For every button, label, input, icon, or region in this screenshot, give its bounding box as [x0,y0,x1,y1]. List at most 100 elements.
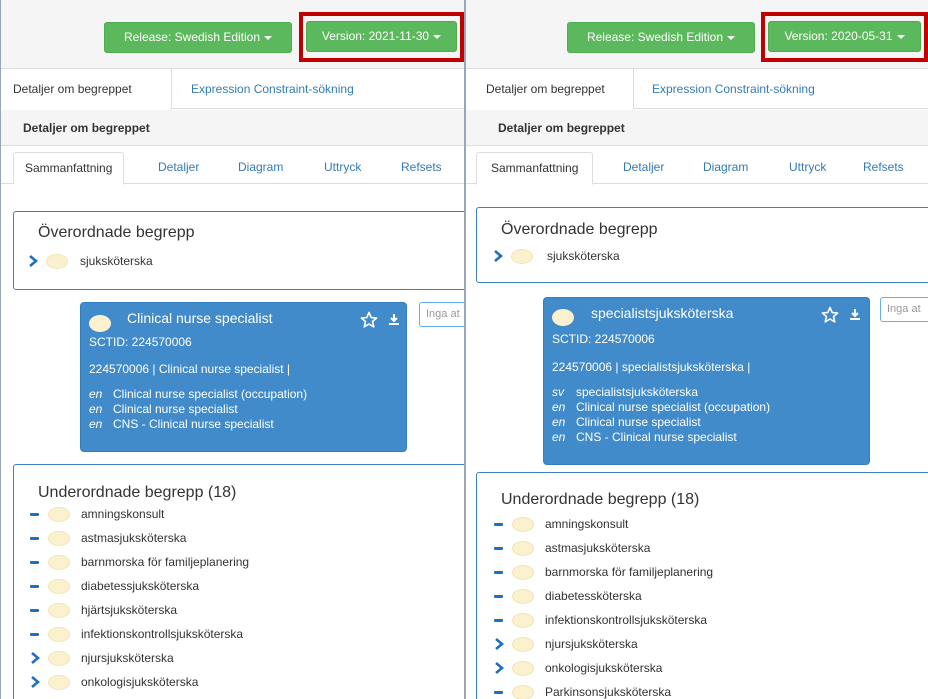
chevron-right-icon[interactable] [492,637,506,651]
concept-icon [511,249,533,264]
child-concept-row[interactable]: onkologisjuksköterska [28,673,388,693]
child-concept-row[interactable]: Parkinsonsjuksköterska [492,683,852,699]
child-concept-label: infektionskontrollsjuksköterska [545,613,708,627]
subtab-diagram[interactable]: Diagram [227,152,294,185]
star-icon[interactable] [821,306,839,327]
child-concept-row[interactable]: njursjuksköterska [28,649,388,669]
tab-expression-constraint[interactable]: Expression Constraint-sökning [642,69,825,110]
description-row: en CNS - Clinical nurse specialist [89,417,274,431]
minus-icon[interactable] [30,633,39,636]
top-toolbar: Release: Swedish Edition Version: 2021-1… [1,0,464,69]
child-concept-label: onkologisjuksköterska [545,661,663,675]
concept-icon [48,675,70,690]
star-icon[interactable] [360,311,378,332]
tab-expression-constraint[interactable]: Expression Constraint-sökning [181,69,364,110]
subtab-details[interactable]: Detaljer [147,152,210,185]
download-icon[interactable] [388,313,400,329]
version-label: Version: 2020-05-31 [784,29,893,43]
section-heading: Detaljer om begreppet [1,110,464,146]
description-row: en Clinical nurse specialist [552,415,701,429]
child-concept-label: Parkinsonsjuksköterska [545,685,672,699]
child-concept-label: barnmorska för familjeplanering [545,565,714,579]
minus-icon[interactable] [30,585,39,588]
concept-icon [512,685,534,699]
minus-icon[interactable] [494,571,503,574]
fsn-line: 224570006 | Clinical nurse specialist | [89,362,291,376]
minus-icon[interactable] [494,691,503,694]
concept-icon [48,531,70,546]
concept-icon [48,603,70,618]
download-icon[interactable] [849,308,861,324]
minus-icon[interactable] [494,619,503,622]
minus-icon[interactable] [30,513,39,516]
concept-icon [48,651,70,666]
chevron-right-icon[interactable] [492,661,506,675]
child-concept-row[interactable]: amningskonsult [28,505,388,525]
child-concept-row[interactable]: diabetessjuksköterska [28,577,388,597]
sub-tabs: Sammanfattning Detaljer Diagram Uttryck … [1,146,464,185]
subtab-expression[interactable]: Uttryck [313,152,372,185]
parent-label: sjuksköterska [80,254,153,268]
version-dropdown[interactable]: Version: 2020-05-31 [768,21,921,52]
subtab-summary[interactable]: Sammanfattning [476,152,594,185]
child-concept-row[interactable]: barnmorska för familjeplanering [492,563,852,583]
refset-input[interactable]: Inga at [880,297,928,322]
tab-concept-details[interactable]: Detaljer om begreppet [1,69,172,110]
child-concept-row[interactable]: astmasjuksköterska [28,529,388,549]
concept-title: specialistsjuksköterska [591,305,734,321]
refset-input[interactable]: Inga at [419,302,464,327]
top-toolbar: Release: Swedish Edition Version: 2020-0… [466,0,928,69]
description-list: en Clinical nurse specialist (occupation)… [89,387,307,432]
chevron-right-icon[interactable] [491,249,505,263]
child-concept-row[interactable]: barnmorska för familjeplanering [28,553,388,573]
child-concept-row[interactable]: amningskonsult [492,515,852,535]
concept-card: specialistsjuksköterska SCTID: 224570006… [543,297,870,465]
subtab-expression[interactable]: Uttryck [778,152,837,185]
children-box: Underordnade begrepp (18) amningskonsult… [13,464,464,699]
parents-title: Överordnade begrepp [501,221,658,238]
sctid-text: SCTID: 224570006 [552,332,655,346]
parent-row[interactable]: sjuksköterska [26,252,326,272]
release-dropdown[interactable]: Release: Swedish Edition [567,22,755,53]
child-concept-label: njursjuksköterska [545,637,638,651]
subtab-details[interactable]: Detaljer [612,152,675,185]
minus-icon[interactable] [494,595,503,598]
child-concept-row[interactable]: njursjuksköterska [492,635,852,655]
fsn-line: 224570006 | specialistsjuksköterska | [552,360,751,374]
minus-icon[interactable] [494,547,503,550]
child-concept-row[interactable]: infektionskontrollsjuksköterska [492,611,852,631]
release-dropdown[interactable]: Release: Swedish Edition [104,22,292,53]
minus-icon[interactable] [30,561,39,564]
child-concept-label: amningskonsult [81,507,165,521]
child-concept-row[interactable]: hjärtsjuksköterska [28,601,388,621]
description-row: en Clinical nurse specialist (occupation) [89,387,308,401]
child-concept-row[interactable]: astmasjuksköterska [492,539,852,559]
subtab-diagram[interactable]: Diagram [692,152,759,185]
child-concept-row[interactable]: infektionskontrollsjuksköterska [28,625,388,645]
concept-icon [512,541,534,556]
sctid-text: SCTID: 224570006 [89,335,192,349]
chevron-right-icon[interactable] [26,254,40,268]
child-concept-label: diabetessköterska [545,589,642,603]
subtab-refsets[interactable]: Refsets [390,152,453,185]
child-concept-row[interactable]: onkologisjuksköterska [492,659,852,679]
child-concept-row[interactable]: diabetessköterska [492,587,852,607]
tab-concept-details[interactable]: Detaljer om begreppet [466,69,634,110]
version-dropdown[interactable]: Version: 2021-11-30 [306,21,457,52]
minus-icon[interactable] [30,609,39,612]
minus-icon[interactable] [494,523,503,526]
concept-icon [48,507,70,522]
concept-icon [48,627,70,642]
concept-card: Clinical nurse specialist SCTID: 2245700… [80,302,407,452]
subtab-summary[interactable]: Sammanfattning [13,152,125,185]
chevron-right-icon[interactable] [28,651,42,665]
parent-row[interactable]: sjuksköterska [491,247,791,267]
parents-box: Överordnade begrepp sjuksköterska [13,211,464,290]
chevron-right-icon[interactable] [28,675,42,689]
children-title: Underordnade begrepp (18) [501,491,700,508]
description-row: en Clinical nurse specialist [89,402,238,416]
minus-icon[interactable] [30,537,39,540]
subtab-refsets[interactable]: Refsets [852,152,915,185]
child-concept-label: onkologisjuksköterska [81,675,199,689]
description-row: en Clinical nurse specialist (occupation) [552,400,771,414]
